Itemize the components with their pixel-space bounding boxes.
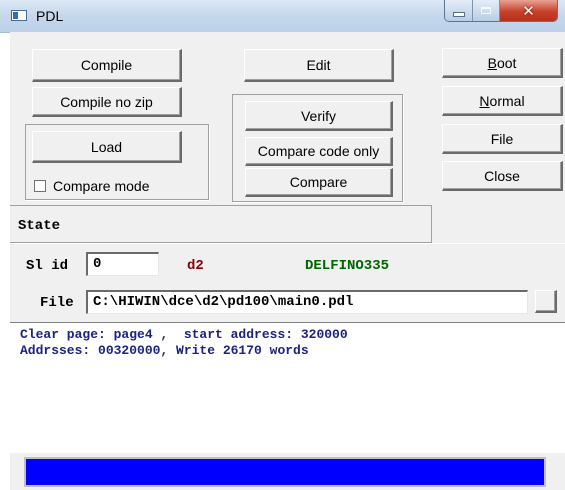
log-line: Clear page: page4 , start address: 32000… <box>20 327 348 342</box>
log-output: Clear page: page4 , start address: 32000… <box>10 322 565 453</box>
window-title: PDL <box>36 8 64 24</box>
device-name: DELFINO335 <box>305 258 390 274</box>
file-button[interactable]: File <box>442 124 563 154</box>
progress-fill <box>26 459 544 485</box>
close-icon: ✕ <box>522 1 535 20</box>
boot-button[interactable]: Boot <box>442 48 563 78</box>
window-controls: ✕ <box>444 0 558 22</box>
file-label: File <box>40 295 74 311</box>
compare-mode-checkbox[interactable]: Compare mode <box>34 178 150 194</box>
target-tag: d2 <box>187 258 204 274</box>
state-panel: State <box>10 205 432 243</box>
compare-code-only-button[interactable]: Compare code only <box>245 137 393 166</box>
state-label: State <box>18 218 61 234</box>
compare-mode-label: Compare mode <box>53 178 150 194</box>
normal-button[interactable]: Normal <box>442 86 563 116</box>
compare-button[interactable]: Compare <box>245 168 393 197</box>
log-line: Addrsses: 00320000, Write 26170 words <box>20 343 309 358</box>
boot-mnemonic: B <box>487 54 497 71</box>
client-area: Compile Compile no zip Load Compare mode… <box>10 32 565 490</box>
close-button[interactable]: Close <box>442 161 563 191</box>
boot-label: oot <box>496 54 517 71</box>
maximize-button[interactable] <box>473 0 500 21</box>
verify-button[interactable]: Verify <box>245 101 393 131</box>
progress-bar <box>24 457 546 487</box>
minimize-icon <box>452 12 465 17</box>
normal-label: ormal <box>489 92 525 109</box>
maximize-icon <box>481 7 491 14</box>
file-path-input[interactable]: C:\HIWIN\dce\d2\pd100\main0.pdl <box>86 290 528 314</box>
separator <box>10 243 565 244</box>
load-button[interactable]: Load <box>32 131 182 163</box>
minimize-button[interactable] <box>445 0 473 21</box>
sl-id-input[interactable]: 0 <box>86 252 159 276</box>
sl-id-label: Sl id <box>26 258 69 274</box>
compile-no-zip-button[interactable]: Compile no zip <box>32 87 182 117</box>
browse-button[interactable] <box>535 290 557 313</box>
close-window-button[interactable]: ✕ <box>500 0 557 21</box>
compile-button[interactable]: Compile <box>32 49 182 82</box>
pdl-window: PDL ✕ Compile Compile no zip Load Compar… <box>0 0 565 490</box>
edit-button[interactable]: Edit <box>244 49 394 82</box>
app-icon <box>11 10 27 21</box>
title-bar[interactable]: PDL ✕ <box>0 0 565 33</box>
normal-mnemonic: N <box>479 92 490 109</box>
compare-mode-check[interactable] <box>34 180 46 192</box>
